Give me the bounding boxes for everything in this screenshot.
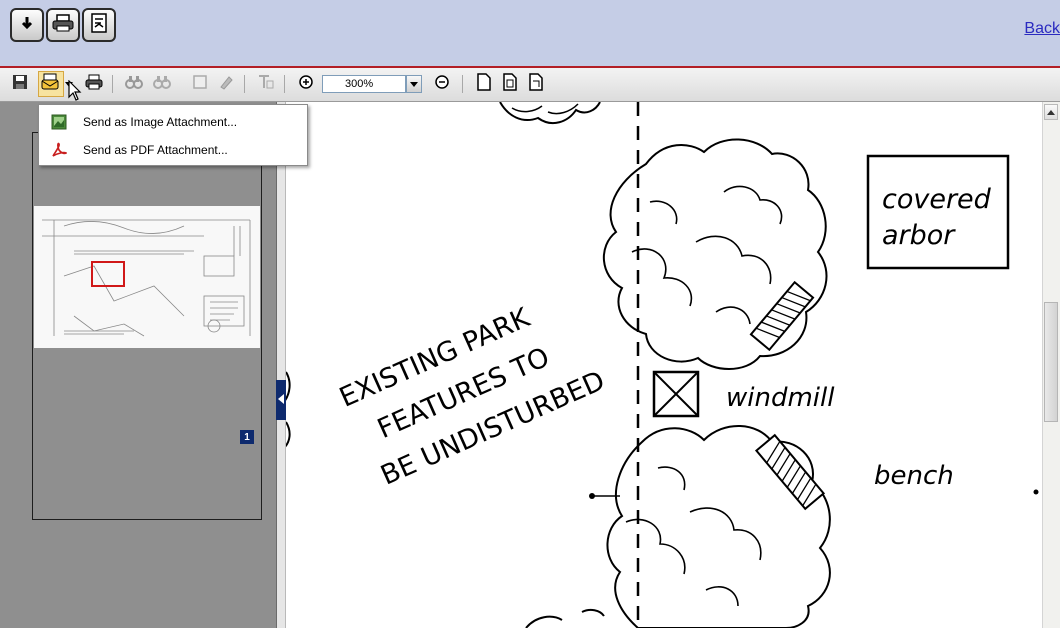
scrollbar-thumb[interactable]	[1044, 302, 1058, 422]
select-icon	[192, 74, 208, 95]
vertical-scrollbar[interactable]	[1042, 102, 1060, 628]
find-next-icon	[153, 74, 171, 95]
mouse-cursor	[68, 79, 82, 107]
top-bar: Back	[0, 0, 1060, 68]
menu-item-label: Send as Image Attachment...	[83, 115, 238, 129]
page-thumbnail[interactable]	[34, 206, 260, 348]
cursor-arrow-icon	[68, 79, 82, 106]
rotate-page-icon	[528, 72, 544, 96]
scroll-up-button[interactable]	[1044, 104, 1058, 120]
send-image-attachment-item[interactable]: Send as Image Attachment...	[41, 109, 305, 135]
fit-page-button[interactable]	[474, 72, 494, 96]
covered-label: covered	[882, 184, 992, 215]
save-icon	[12, 74, 28, 95]
download-button[interactable]	[10, 8, 44, 42]
collapse-pane-button[interactable]	[276, 380, 286, 420]
document-view-button[interactable]	[82, 8, 116, 42]
viewer-toolbar: 300%	[0, 68, 1060, 102]
print-toolbar-button[interactable]	[84, 74, 104, 94]
thumbnail-pane: 1	[0, 102, 276, 628]
find-button[interactable]	[124, 74, 144, 94]
fit-width-icon	[502, 72, 518, 96]
windmill-label: windmill	[726, 383, 835, 413]
pdf-attachment-icon	[51, 142, 67, 158]
find-next-button[interactable]	[152, 74, 172, 94]
select-button[interactable]	[190, 74, 210, 94]
email-options-menu: Send as Image Attachment... Send as PDF …	[38, 104, 308, 166]
send-pdf-attachment-item[interactable]: Send as PDF Attachment...	[41, 137, 305, 163]
chevron-down-icon	[410, 75, 418, 93]
highlight-icon	[218, 74, 234, 95]
download-arrow-icon	[18, 14, 36, 37]
document-view-icon	[89, 12, 109, 38]
zoom-out-button[interactable]	[432, 74, 452, 94]
zoom-in-button[interactable]	[296, 74, 316, 94]
printer-icon	[52, 13, 74, 37]
text-tool-icon	[257, 74, 275, 95]
zoom-level-input[interactable]: 300%	[322, 75, 406, 93]
fit-page-icon	[476, 72, 492, 96]
email-icon	[41, 73, 61, 96]
back-link[interactable]: Back	[1024, 20, 1060, 38]
page-number-badge: 1	[240, 430, 254, 444]
chevron-up-icon	[1047, 103, 1055, 121]
highlight-button[interactable]	[216, 74, 236, 94]
save-button[interactable]	[10, 74, 30, 94]
site-plan-drawing: covered arbor windmill bench EXISTING PA…	[286, 102, 1039, 628]
menu-item-label: Send as PDF Attachment...	[83, 143, 228, 157]
zoom-dropdown-button[interactable]	[406, 75, 422, 93]
text-tool-button[interactable]	[256, 74, 276, 94]
email-button[interactable]	[38, 71, 64, 97]
rotate-page-button[interactable]	[526, 72, 546, 96]
chevron-left-icon	[277, 391, 285, 409]
pane-splitter[interactable]	[276, 102, 286, 628]
bench-label: bench	[874, 461, 954, 491]
fit-width-button[interactable]	[500, 72, 520, 96]
document-view[interactable]: covered arbor windmill bench EXISTING PA…	[286, 102, 1042, 628]
zoom-in-icon	[298, 74, 314, 95]
print-button[interactable]	[46, 8, 80, 42]
find-icon	[125, 74, 143, 95]
image-attachment-icon	[51, 114, 67, 130]
zoom-out-icon	[434, 74, 450, 95]
arbor-label: arbor	[882, 220, 956, 251]
print-icon	[85, 74, 103, 95]
